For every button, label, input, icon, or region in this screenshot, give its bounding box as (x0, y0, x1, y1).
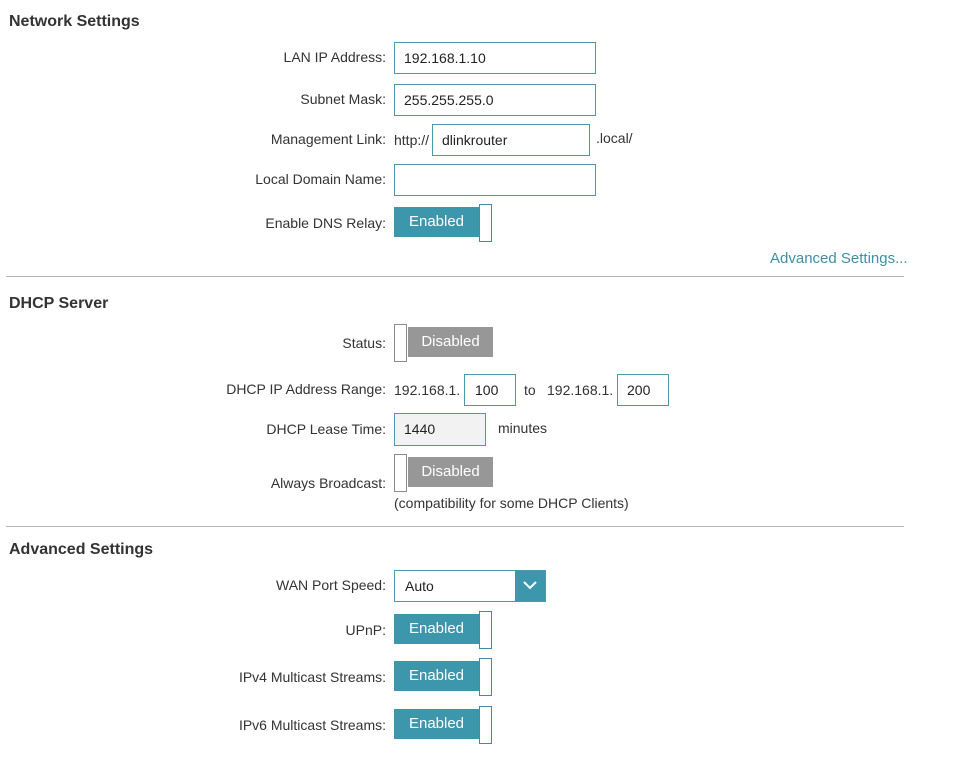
wan-port-speed-value: Auto (405, 578, 434, 594)
always-broadcast-label: Always Broadcast: (270, 475, 386, 491)
dhcp-server-title: DHCP Server (9, 295, 109, 312)
dhcp-range-start-prefix: 192.168.1. (394, 382, 461, 398)
toggle-knob (479, 658, 492, 696)
always-broadcast-toggle[interactable]: Disabled (394, 454, 494, 494)
lan-ip-input[interactable]: 192.168.1.10 (394, 42, 596, 74)
dns-relay-toggle[interactable]: Enabled (394, 204, 494, 244)
subnet-mask-input[interactable]: 255.255.255.0 (394, 84, 596, 116)
always-broadcast-note: (compatibility for some DHCP Clients) (394, 495, 629, 511)
ipv6-multicast-state: Enabled (394, 709, 479, 739)
toggle-knob (394, 454, 407, 492)
toggle-knob (394, 324, 407, 362)
upnp-toggle[interactable]: Enabled (394, 611, 494, 651)
dhcp-status-label: Status: (342, 335, 386, 351)
toggle-knob (479, 611, 492, 649)
dropdown-button[interactable] (515, 571, 545, 601)
wan-port-speed-select[interactable]: Auto (394, 570, 546, 602)
section-divider (6, 526, 904, 527)
always-broadcast-state: Disabled (408, 457, 493, 487)
management-link-prefix: http:// (394, 132, 430, 148)
dhcp-lease-label: DHCP Lease Time: (266, 421, 386, 437)
advanced-settings-link[interactable]: Advanced Settings... (770, 250, 908, 267)
ipv4-multicast-state: Enabled (394, 661, 479, 691)
network-settings-title: Network Settings (9, 13, 140, 30)
dhcp-status-state: Disabled (408, 327, 493, 357)
upnp-state: Enabled (394, 614, 479, 644)
dhcp-range-end-input[interactable]: 200 (617, 374, 669, 406)
chevron-down-icon (523, 581, 537, 590)
dhcp-lease-unit: minutes (498, 420, 548, 436)
local-domain-label: Local Domain Name: (255, 171, 386, 187)
dns-relay-label: Enable DNS Relay: (265, 215, 386, 231)
subnet-mask-label: Subnet Mask: (300, 91, 386, 107)
management-link-label: Management Link: (270, 131, 386, 147)
dhcp-range-end-prefix: 192.168.1. (547, 382, 614, 398)
ipv6-multicast-toggle[interactable]: Enabled (394, 706, 494, 746)
advanced-settings-title: Advanced Settings (9, 541, 154, 558)
lan-ip-label: LAN IP Address: (283, 49, 386, 65)
dhcp-lease-input[interactable]: 1440 (394, 413, 486, 446)
dhcp-range-label: DHCP IP Address Range: (226, 381, 386, 397)
management-link-suffix: .local/ (596, 130, 633, 146)
dns-relay-state: Enabled (394, 207, 479, 237)
dhcp-range-start-input[interactable]: 100 (464, 374, 516, 406)
upnp-label: UPnP: (345, 622, 386, 638)
ipv4-multicast-toggle[interactable]: Enabled (394, 658, 494, 698)
management-link-input[interactable]: dlinkrouter (432, 124, 590, 156)
dhcp-status-toggle[interactable]: Disabled (394, 324, 494, 364)
toggle-knob (479, 204, 492, 242)
local-domain-input[interactable] (394, 164, 596, 196)
wan-port-speed-label: WAN Port Speed: (276, 577, 386, 593)
section-divider (6, 276, 904, 277)
toggle-knob (479, 706, 492, 744)
ipv4-multicast-label: IPv4 Multicast Streams: (238, 669, 386, 685)
dhcp-range-to: to (524, 382, 536, 398)
ipv6-multicast-label: IPv6 Multicast Streams: (238, 717, 386, 733)
